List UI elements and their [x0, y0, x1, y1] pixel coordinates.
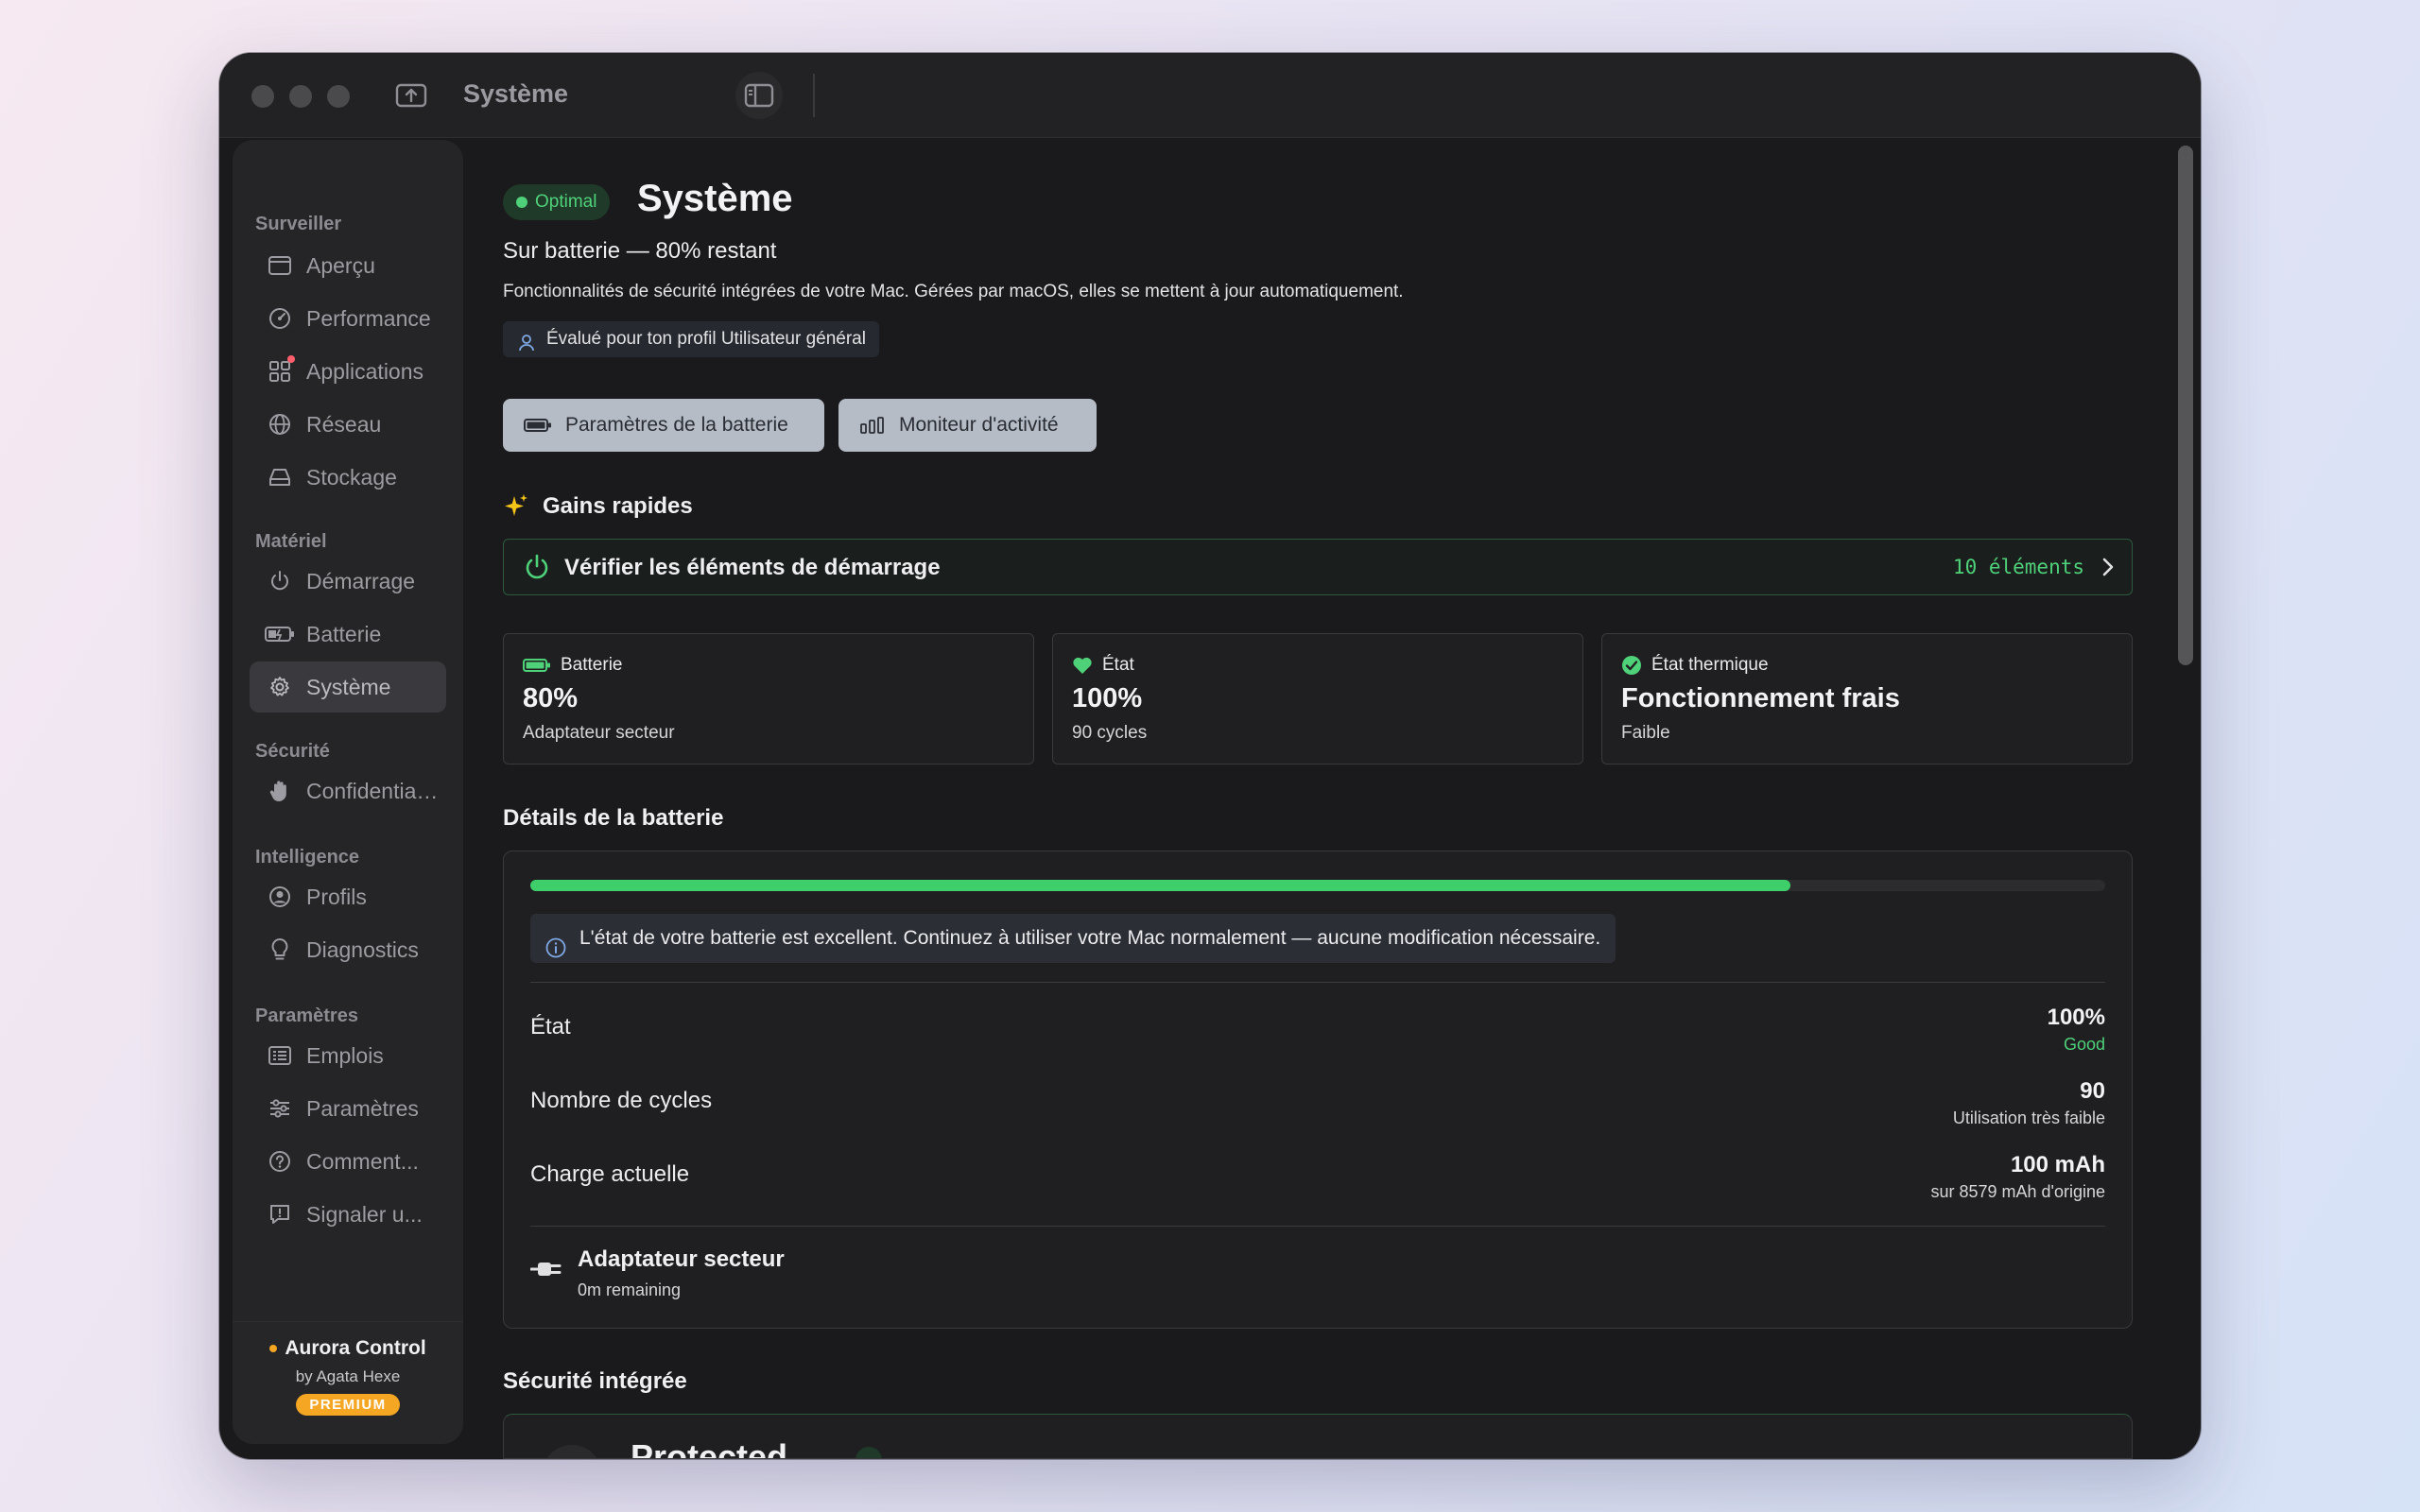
stat-value: 80%	[523, 683, 579, 713]
divider	[530, 982, 2105, 983]
detail-value-charge: 100 mAh	[2010, 1152, 2105, 1177]
page-title: Système	[637, 178, 793, 219]
stat-card-header: État thermique	[1621, 655, 1769, 676]
stat-sub: 90 cycles	[1072, 723, 1148, 743]
battery-details-title: Détails de la batterie	[503, 805, 724, 831]
stat-value: 100%	[1072, 683, 1143, 713]
security-title: Sécurité intégrée	[503, 1368, 687, 1394]
stat-card-thermal: État thermique Fonctionnement frais Faib…	[1601, 633, 2133, 765]
stat-label: État thermique	[1651, 655, 1769, 675]
stat-card-battery: Batterie 80% Adaptateur secteur	[503, 633, 1034, 765]
page-description: Fonctionnalités de sécurité intégrées de…	[503, 282, 1404, 301]
detail-value-cycles: 90	[2080, 1078, 2105, 1104]
security-check-badge	[856, 1447, 882, 1458]
quick-wins-title: Gains rapides	[543, 493, 693, 519]
battery-level-fill	[530, 880, 1790, 891]
main-content: Optimal Système Sur batterie — 80% resta…	[219, 53, 2201, 1459]
battery-info-text: L'état de votre batterie est excellent. …	[579, 927, 1601, 949]
security-card: Protected	[503, 1414, 2133, 1459]
detail-sub-cycles: Utilisation très faible	[1952, 1108, 2105, 1127]
sparkles-icon	[503, 492, 529, 525]
security-card-title: Protected	[631, 1437, 788, 1459]
stat-label: État	[1102, 655, 1134, 675]
info-icon	[545, 928, 566, 977]
adapter-sub: 0m remaining	[578, 1280, 682, 1299]
battery-full-icon	[523, 658, 551, 673]
person-icon	[518, 330, 535, 366]
quick-win-count: 10 éléments	[1952, 556, 2084, 578]
heart-icon	[1072, 656, 1093, 675]
detail-label-health: État	[530, 1014, 571, 1040]
battery-details-card: L'état de votre batterie est excellent. …	[503, 850, 2133, 1329]
detail-sub-charge: sur 8579 mAh d'origine	[1930, 1182, 2105, 1201]
stat-card-header: État	[1072, 655, 1134, 676]
battery-icon	[524, 418, 552, 433]
activity-monitor-button[interactable]: Moniteur d'activité	[838, 399, 1097, 452]
stat-sub: Faible	[1621, 723, 1670, 743]
profile-chip[interactable]: Évalué pour ton profil Utilisateur génér…	[503, 321, 879, 357]
profile-chip-label: Évalué pour ton profil Utilisateur génér…	[546, 329, 866, 349]
detail-label-charge: Charge actuelle	[530, 1161, 690, 1187]
battery-settings-button[interactable]: Paramètres de la batterie	[503, 399, 824, 452]
power-icon	[523, 553, 551, 586]
battery-level-bar	[530, 880, 2105, 891]
chevron-right-icon	[2101, 557, 2115, 582]
battery-settings-label: Paramètres de la batterie	[565, 414, 788, 436]
checkmark-circle-icon	[1621, 655, 1642, 676]
stat-label: Batterie	[561, 655, 623, 675]
adapter-title: Adaptateur secteur	[578, 1246, 785, 1272]
security-status-circle	[542, 1445, 602, 1458]
divider	[530, 1226, 2105, 1227]
detail-value-health: 100%	[2047, 1005, 2105, 1030]
power-plug-icon	[529, 1258, 562, 1285]
stat-card-health: État 100% 90 cycles	[1052, 633, 1583, 765]
activity-monitor-label: Moniteur d'activité	[899, 414, 1059, 436]
status-badge: Optimal	[503, 184, 611, 220]
quick-win-label: Vérifier les éléments de démarrage	[564, 555, 941, 580]
stat-sub: Adaptateur secteur	[523, 723, 675, 743]
activity-chart-icon	[859, 416, 886, 435]
detail-sub-health: Good	[2063, 1035, 2105, 1054]
quick-win-startup-items[interactable]: Vérifier les éléments de démarrage 10 él…	[503, 539, 2133, 595]
battery-status-subtitle: Sur batterie — 80% restant	[503, 238, 777, 264]
stat-value: Fonctionnement frais	[1621, 683, 1900, 713]
detail-label-cycles: Nombre de cycles	[530, 1088, 713, 1113]
battery-info-message: L'état de votre batterie est excellent. …	[530, 914, 1616, 963]
stat-card-header: Batterie	[523, 655, 622, 676]
